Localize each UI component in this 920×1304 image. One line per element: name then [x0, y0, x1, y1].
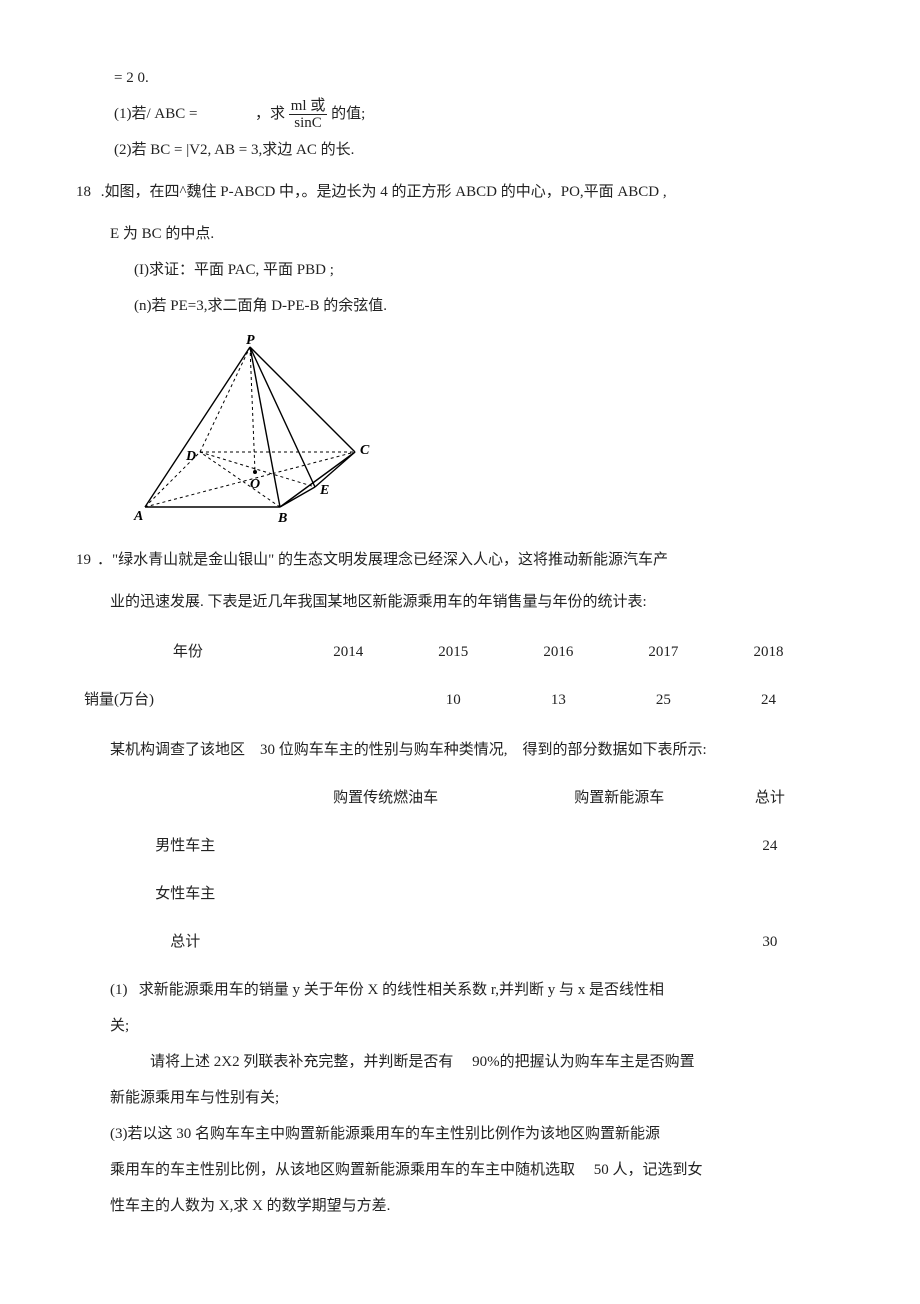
col-total: 总计	[728, 774, 812, 822]
q19-p3-line1: (3)若以这 30 名购车车主中购置新能源乘用车的车主性别比例作为该地区购置新能…	[70, 1116, 850, 1152]
q19-p3-c: 50 人，记选到女	[594, 1162, 703, 1178]
table-row: 销量(万台) 10 13 25 24	[80, 676, 821, 724]
q19-p2-line1: 请将上述 2X2 列联表补充完整，并判断是否有 90%的把握认为购车车主是否购置	[70, 1044, 850, 1080]
q19-p1-line2: 关;	[70, 1008, 850, 1044]
table-row: 总计 30	[110, 918, 812, 966]
q18-number: 18	[76, 184, 91, 200]
q19-mid1-a: 某机构调查了该地区	[110, 742, 245, 758]
q19-p1-num: (1)	[110, 982, 128, 998]
table-row: 年份 2014 2015 2016 2017 2018	[80, 628, 821, 676]
table-row: 女性车主	[110, 870, 812, 918]
q19-contingency-table: 购置传统燃油车 购置新能源车 总计 男性车主 24 女性车主 总计 30	[110, 774, 812, 966]
sales-2016: 13	[506, 676, 611, 724]
year-2014: 2014	[296, 628, 401, 676]
q18-stem-line2: E 为 BC 的中点.	[70, 216, 850, 252]
year-2015: 2015	[401, 628, 506, 676]
label-O: O	[250, 477, 260, 492]
sales-2018: 24	[716, 676, 821, 724]
sales-2017: 25	[611, 676, 716, 724]
q19-stem-line1: 19 ．"绿水青山就是金山银山" 的生态文明发展理念已经深入人心，这将推动新能源汽…	[70, 542, 850, 578]
sales-2015: 10	[401, 676, 506, 724]
q19-p3-b: 乘用车的车主性别比例，从该地区购置新能源乘用车的车主中随机选取	[110, 1162, 575, 1178]
q17-eq: = 2 0.	[70, 60, 850, 96]
q19-p3-line3: 性车主的人数为 X,求 X 的数学期望与方差.	[70, 1188, 850, 1224]
sales-2014	[296, 676, 401, 724]
q18-stem1: .如图，在四^魏住 P-ABCD 中，。是边长为 4 的正方形 ABCD 的中心…	[97, 184, 667, 200]
label-D: D	[185, 449, 196, 464]
q19-mid1-b: 30 位购车车主的性别与购车种类情况,	[260, 742, 508, 758]
q19-p2-line2: 新能源乘用车与性别有关;	[70, 1080, 850, 1116]
q17-p1-frac: ml 或 sinC	[289, 98, 328, 132]
q19-stem1: ．"绿水青山就是金山银山" 的生态文明发展理念已经深入人心，这将推动新能源汽车产	[97, 552, 668, 568]
q19-mid1: 某机构调查了该地区 30 位购车车主的性别与购车种类情况, 得到的部分数据如下表…	[70, 732, 850, 768]
year-2016: 2016	[506, 628, 611, 676]
q18-part2: (n)若 PE=3,求二面角 D-PE-B 的余弦值.	[70, 288, 850, 324]
q17-part2: (2)若 BC = |V2, AB = 3,求边 AC 的长.	[70, 132, 850, 168]
q19-stem-line2: 业的迅速发展. 下表是近几年我国某地区新能源乘用车的年销售量与年份的统计表:	[70, 584, 850, 620]
table-row: 男性车主 24	[110, 822, 812, 870]
frac-top: ml 或	[289, 98, 328, 115]
label-E: E	[319, 483, 329, 498]
q17-p1-mid: ，求	[255, 106, 285, 122]
table-row: 购置传统燃油车 购置新能源车 总计	[110, 774, 812, 822]
label-C: C	[360, 443, 370, 458]
label-B: B	[277, 511, 287, 526]
q18-stem-line1: 18 .如图，在四^魏住 P-ABCD 中，。是边长为 4 的正方形 ABCD …	[70, 174, 850, 210]
year-2017: 2017	[611, 628, 716, 676]
male-total: 24	[728, 822, 812, 870]
q19-p2-a: 请将上述 2X2 列联表补充完整，并判断是否有	[150, 1054, 453, 1070]
col-fuel: 购置传统燃油车	[261, 774, 511, 822]
th-sales: 销量(万台)	[80, 676, 296, 724]
q19-year-sales-table: 年份 2014 2015 2016 2017 2018 销量(万台) 10 13…	[80, 628, 821, 724]
q19-p3-line2: 乘用车的车主性别比例，从该地区购置新能源乘用车的车主中随机选取 50 人，记选到…	[70, 1152, 850, 1188]
row-male: 男性车主	[110, 822, 261, 870]
q18-part1: (I)求证：平面 PAC, 平面 PBD ;	[70, 252, 850, 288]
q17-p1-pre: (1)若/ ABC =	[114, 106, 197, 122]
q19-number: 19	[76, 552, 91, 568]
q19-mid1-c: 得到的部分数据如下表所示:	[523, 742, 707, 758]
row-female: 女性车主	[110, 870, 261, 918]
q19-p1-line1: (1) 求新能源乘用车的销量 y 关于年份 X 的线性相关系数 r,并判断 y …	[70, 972, 850, 1008]
grand-total: 30	[728, 918, 812, 966]
th-year: 年份	[80, 628, 296, 676]
year-2018: 2018	[716, 628, 821, 676]
col-newenergy: 购置新能源车	[511, 774, 728, 822]
q19-p1-b: 求新能源乘用车的销量 y 关于年份 X 的线性相关系数 r,并判断 y 与 x …	[139, 982, 664, 998]
label-A: A	[133, 509, 143, 524]
row-total: 总计	[110, 918, 261, 966]
q19-p2-b: 90%的把握认为购车车主是否购置	[472, 1054, 695, 1070]
frac-bot: sinC	[289, 114, 328, 132]
pyramid-svg: P A B C D E O	[130, 332, 390, 532]
label-P: P	[246, 333, 255, 348]
q18-figure: P A B C D E O	[130, 332, 850, 532]
q17-part1: (1)若/ ABC = ，求 ml 或 sinC 的值;	[70, 96, 850, 132]
q17-p1-post: 的值;	[331, 106, 365, 122]
